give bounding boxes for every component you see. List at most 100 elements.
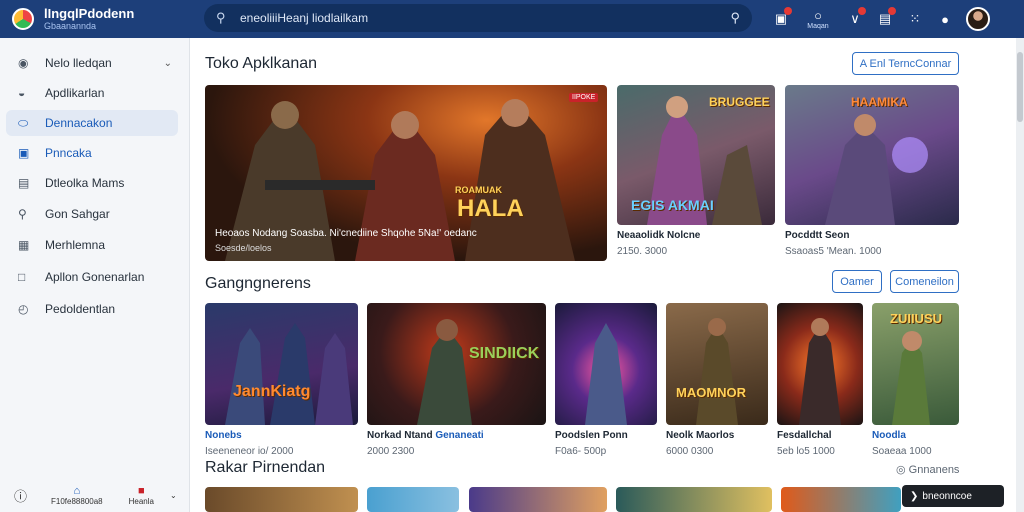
sidebar-item-label: Dennacakon — [45, 116, 113, 130]
collapse-button[interactable]: ⌄ — [170, 491, 177, 500]
recommend-link[interactable]: ◎ Gnnanens — [896, 463, 959, 476]
scrollbar[interactable] — [1016, 38, 1024, 512]
window-icon: □ — [18, 270, 26, 284]
featured-card-overlay: BRUGGEE — [709, 95, 770, 109]
category-card-overlay: SINDIICK — [469, 345, 540, 362]
sidebar-item-label: Pedoldentlan — [45, 302, 116, 316]
recommend-link-text: Gnnanens — [908, 464, 960, 476]
category-card-overlay: ZUIIUSU — [890, 311, 942, 326]
featured-card-caption: Neaaolidk Nolcne 2150. 3000 — [617, 230, 700, 258]
notification-button[interactable]: ▣ — [766, 0, 796, 38]
category-card[interactable] — [777, 303, 863, 425]
sidebar-item-window[interactable]: □ Apllon Gonenarlan — [6, 264, 178, 290]
search-submit-icon[interactable]: ⚲ — [730, 10, 740, 26]
chevron-icon: ⌄ — [169, 490, 177, 500]
featured-card-title[interactable]: Neaaolidk Nolcne — [617, 230, 700, 242]
games-icon: ⬭ — [18, 115, 29, 130]
clock-icon: ◴ — [18, 302, 29, 316]
featured-card[interactable]: HAAMIKA — [785, 85, 959, 225]
featured-card-meta: 2150. 3000 — [617, 246, 668, 257]
recommend-card[interactable] — [367, 487, 459, 512]
category-title[interactable]: Fesdallchal — [777, 430, 835, 442]
recommend-title: Rakar Pirnendan — [205, 459, 326, 476]
app-logo-icon[interactable] — [12, 8, 34, 30]
sidebar-item-search[interactable]: ⚲ Gon Sahgar — [6, 201, 178, 227]
sidebar-item-grid[interactable]: ▦ Merhlemna — [6, 232, 178, 258]
sidebar-item-list[interactable]: ▤ Dtleolka Mams — [6, 170, 178, 196]
avatar[interactable] — [966, 7, 990, 31]
featured-title: Toko Apklkanan — [205, 55, 318, 72]
gift-button[interactable]: ▤ — [870, 0, 900, 38]
sidebar-item-calendar[interactable]: ▣ Pnncaka — [6, 140, 178, 166]
hero-subcaption: Soesde/loelos — [215, 243, 272, 253]
search-input[interactable] — [240, 11, 720, 25]
refresh-icon: ◎ — [896, 464, 906, 476]
app-name: lIngqlPdodenn — [44, 6, 135, 21]
category-caption: Neolk Maorlos 6000 0300 — [666, 430, 734, 458]
home-icon: ⌂ — [73, 484, 81, 497]
recommend-card[interactable] — [616, 487, 772, 512]
apps-button[interactable]: ⁙ — [900, 0, 930, 38]
heart-icon: ■ — [137, 484, 145, 497]
bell-label: Maqan — [807, 23, 829, 30]
hero-caption: Heoaos Nodang Soasba. Ni'cnediine Shqohe… — [215, 228, 477, 239]
hero-banner[interactable]: ROAMUAK HALA Heoaos Nodang Soasba. Ni'cn… — [205, 85, 607, 261]
home-button[interactable]: ⌂ F10fe88800a8 — [51, 485, 103, 506]
grid-icon: ▦ — [18, 238, 30, 252]
toast-notification[interactable]: ❯ bneonncoe — [902, 485, 1004, 507]
featured-card[interactable]: BRUGGEE EGIS AKMAI — [617, 85, 775, 225]
wallet-badge — [858, 7, 866, 15]
hero-banner-top: ROAMUAK — [455, 185, 502, 195]
app-subtitle: Gbaanannda — [44, 21, 97, 31]
recommend-card[interactable] — [205, 487, 358, 512]
category-filter-button[interactable]: Comeneilon — [890, 270, 959, 293]
category-meta: Soaeaa 1000 — [872, 446, 932, 457]
footer-label: F10fe88800a8 — [51, 496, 103, 506]
recommend-card[interactable] — [781, 487, 901, 512]
category-meta: 5eb lo5 1000 — [777, 446, 835, 457]
calendar-icon: ▣ — [18, 146, 30, 160]
bell-button[interactable]: ○ Maqan — [796, 0, 840, 38]
category-title[interactable]: Neolk Maorlos — [666, 430, 734, 442]
recommend-card[interactable] — [469, 487, 607, 512]
profile-icon: ● — [941, 11, 949, 27]
category-title[interactable]: Noodla — [872, 430, 932, 442]
heart-button[interactable]: ■ Heanla — [129, 485, 154, 506]
chevron-down-icon[interactable]: ⌄ — [164, 58, 172, 69]
sidebar-item-history[interactable]: ◴ Pedoldentlan — [6, 296, 178, 322]
hero-tag: IIPOKE — [569, 93, 599, 102]
search-bar[interactable]: ⚲ ⚲ — [204, 4, 752, 32]
category-title[interactable]: Norkad Ntand Genaneati — [367, 430, 484, 442]
category-card[interactable]: MAOMNOR — [666, 303, 768, 425]
category-card[interactable]: ZUIIUSU — [872, 303, 959, 425]
category-card[interactable]: JannKiatg — [205, 303, 358, 425]
sidebar-item-label: Apllon Gonenarlan — [45, 270, 145, 284]
wallet-button[interactable]: ∨ — [840, 0, 870, 38]
featured-card-title[interactable]: Pocddtt Seon — [785, 230, 881, 242]
category-meta: F0a6- 500p — [555, 446, 607, 457]
profile-button[interactable]: ● — [930, 0, 960, 38]
app-icon: ◒ — [18, 86, 26, 100]
info-icon: ⓘ — [14, 488, 28, 504]
store-icon: ◉ — [18, 56, 29, 70]
info-button[interactable]: ⓘ — [14, 486, 27, 505]
category-card[interactable]: SINDIICK — [367, 303, 546, 425]
category-title-suffix: Genaneati — [435, 430, 484, 441]
categories-title: Gangngnerens — [205, 275, 311, 292]
sidebar-item-apps[interactable]: ◒ Apdlikarlan — [6, 80, 178, 106]
category-card[interactable] — [555, 303, 657, 425]
featured-action-button[interactable]: A Enl TerncConnar — [852, 52, 959, 75]
scrollbar-thumb[interactable] — [1017, 52, 1023, 122]
sidebar-item-label: Pnncaka — [45, 146, 92, 160]
category-filter-button[interactable]: Oamer — [832, 270, 882, 293]
category-title[interactable]: Nonebs — [205, 430, 293, 442]
category-card-art — [417, 319, 472, 425]
main-content: Toko Apklkanan A Enl TerncConnar ROAMUAK… — [190, 38, 1016, 512]
apps-icon: ⁙ — [909, 11, 921, 26]
category-title-text: Norkad Ntand — [367, 430, 433, 441]
featured-card-overlay: HAAMIKA — [851, 95, 908, 109]
category-title[interactable]: Poodslen Ponn — [555, 430, 628, 442]
sidebar-item-store[interactable]: ◉ Nelo lledqan ⌄ — [6, 50, 178, 76]
sidebar-item-games[interactable]: ⬭ Dennacakon — [6, 110, 178, 136]
category-card-art — [696, 318, 738, 425]
